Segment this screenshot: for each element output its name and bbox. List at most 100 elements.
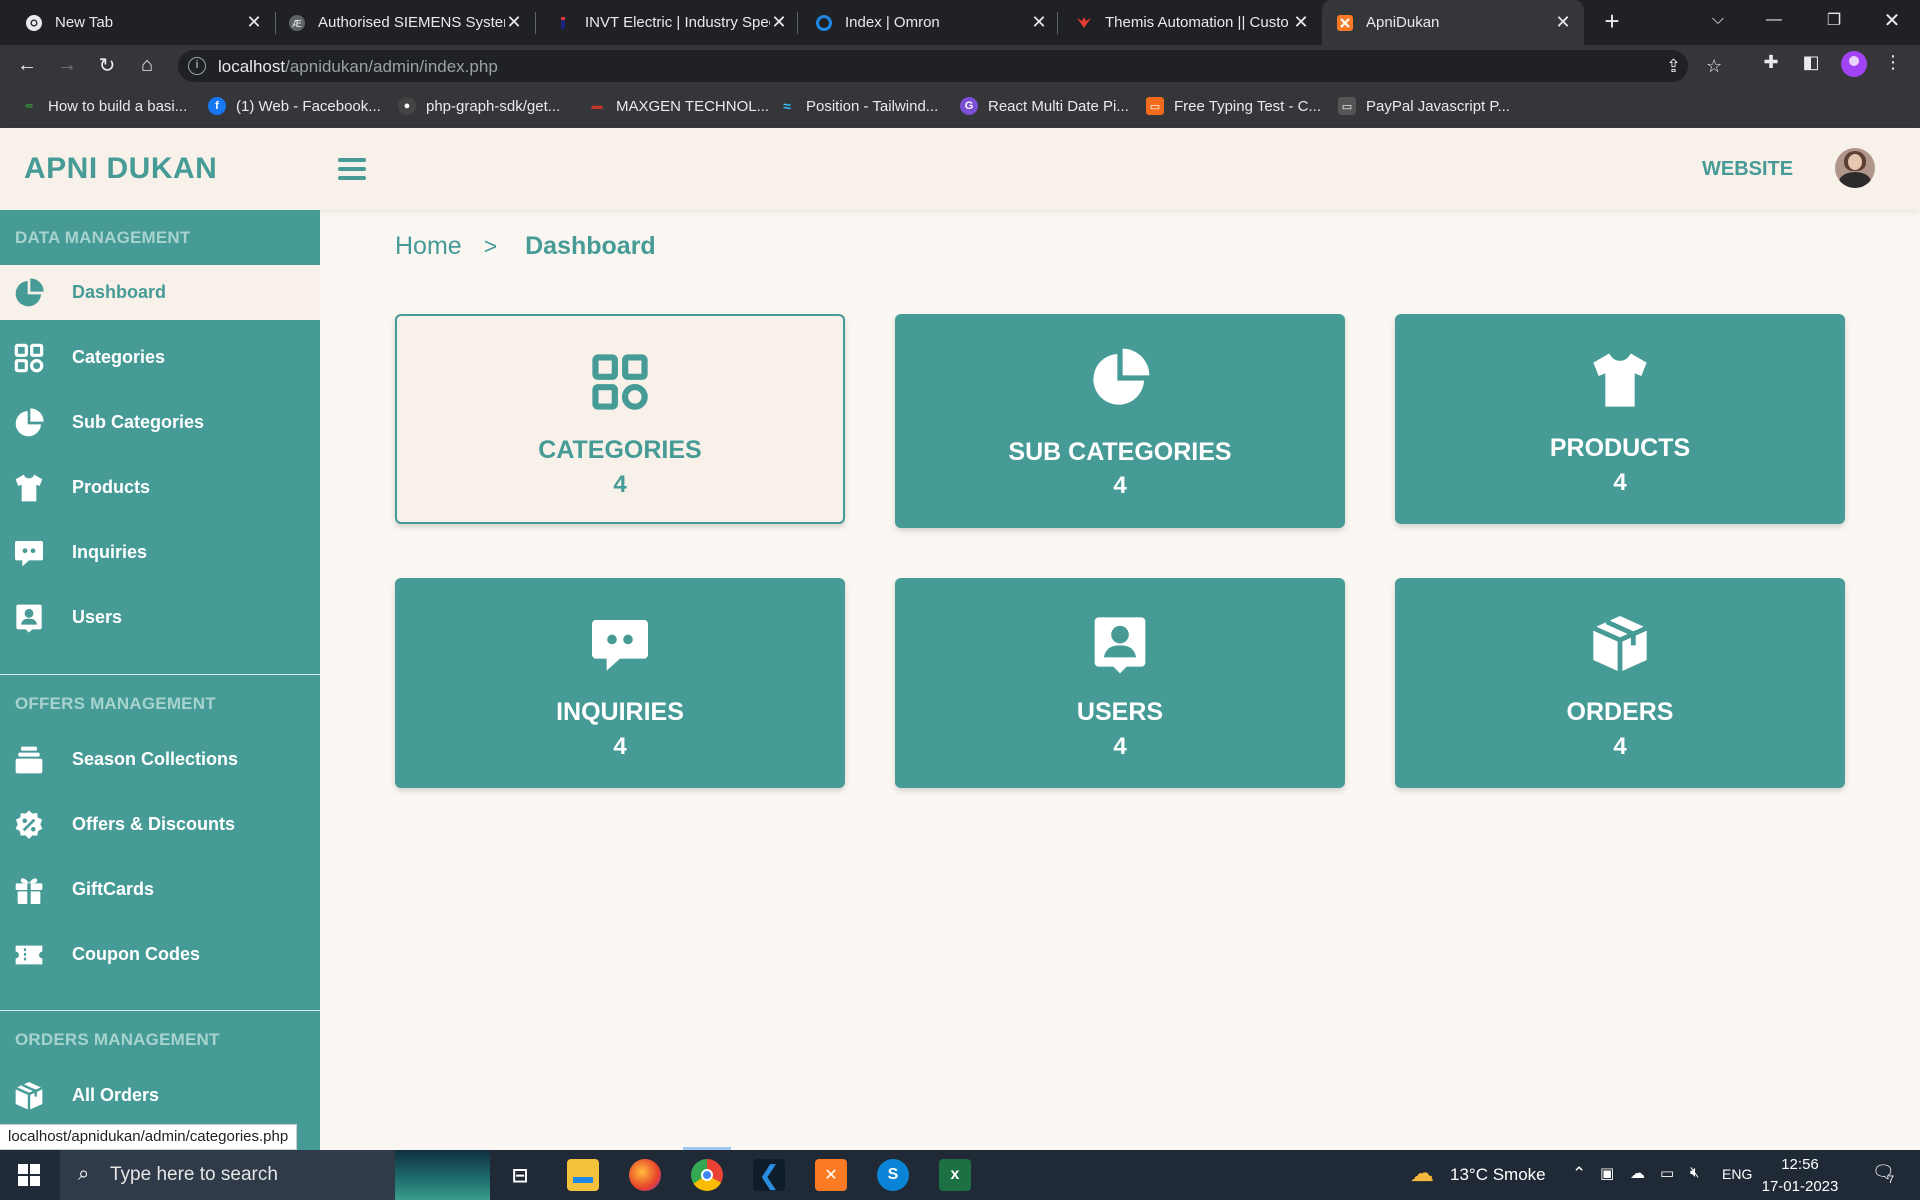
new-tab-icon[interactable]: + xyxy=(1597,6,1627,36)
taskbar-search-box[interactable]: ⌕ Type here to search xyxy=(60,1150,490,1200)
language-indicator[interactable]: ENG xyxy=(1722,1166,1752,1182)
sidebar-item-coupon-codes[interactable]: Coupon Codes xyxy=(0,927,320,982)
bookmark-item[interactable]: ▭ PayPal Javascript P... xyxy=(1338,95,1510,117)
home-icon[interactable]: ⌂ xyxy=(132,50,162,80)
card-count: 4 xyxy=(613,471,627,498)
browser-toolbar: ← → ↻ ⌂ i localhost/apnidukan/admin/inde… xyxy=(0,45,1920,85)
network-icon[interactable]: ▭ xyxy=(1660,1164,1674,1182)
close-window-icon[interactable]: ✕ xyxy=(1864,0,1920,40)
url-text[interactable]: localhost/apnidukan/admin/index.php xyxy=(218,57,498,77)
sidebar-item-offers-discounts[interactable]: Offers & Discounts xyxy=(0,797,320,852)
stack-icon xyxy=(12,743,46,777)
sidebar-item-all-orders[interactable]: All Orders xyxy=(0,1068,320,1123)
card-products[interactable]: PRODUCTS 4 xyxy=(1395,314,1845,524)
bookmark-item[interactable]: ▭ Free Typing Test - C... xyxy=(1146,95,1321,117)
user-avatar[interactable] xyxy=(1835,148,1875,188)
card-title: PRODUCTS xyxy=(1549,434,1691,462)
back-icon[interactable]: ← xyxy=(12,50,42,80)
close-tab-icon[interactable]: ✕ xyxy=(1554,12,1572,33)
taskbar-clock[interactable]: 12:56 17-01-2023 xyxy=(1760,1154,1840,1198)
website-link[interactable]: WEBSITE xyxy=(1702,158,1793,181)
chat-icon xyxy=(12,536,46,570)
sidebar-item-categories[interactable]: Categories xyxy=(0,330,320,385)
grid-icon xyxy=(588,350,652,414)
tab-title: INVT Electric | Industry Spec xyxy=(585,14,770,31)
volume-muted-icon[interactable]: 🔇︎ xyxy=(1690,1164,1699,1181)
card-title: SUB CATEGORIES xyxy=(1008,438,1232,466)
browser-tab[interactable]: Themis Automation || Custo ✕ xyxy=(1050,0,1322,45)
card-categories[interactable]: CATEGORIES 4 xyxy=(395,314,845,524)
sidebar-item-label: Dashboard xyxy=(72,282,167,302)
close-tab-icon[interactable]: ✕ xyxy=(1030,12,1048,33)
chrome-icon xyxy=(25,14,43,32)
bookmark-label: php-graph-sdk/get... xyxy=(426,97,561,115)
forward-icon[interactable]: → xyxy=(52,50,82,80)
close-tab-icon[interactable]: ✕ xyxy=(505,12,523,33)
bookmark-item[interactable]: ∞ How to build a basi... xyxy=(20,95,187,117)
sidebar-item-label: Users xyxy=(72,607,123,627)
card-count: 4 xyxy=(613,733,627,760)
side-panel-icon[interactable]: ◧ xyxy=(1800,52,1822,74)
address-bar[interactable]: i localhost/apnidukan/admin/index.php ⇪ … xyxy=(178,50,1722,82)
section-title-data-management: DATA MANAGEMENT xyxy=(15,228,191,247)
sidebar-item-season-collections[interactable]: Season Collections xyxy=(0,732,320,787)
bookmark-item[interactable]: f (1) Web - Facebook... xyxy=(208,95,381,117)
card-sub-categories[interactable]: SUB CATEGORIES 4 xyxy=(895,314,1345,528)
extensions-icon[interactable]: ✚ xyxy=(1760,52,1782,74)
bookmark-star-icon[interactable]: ☆ xyxy=(1706,56,1722,77)
firefox-icon[interactable] xyxy=(629,1159,661,1191)
sidebar-item-inquiries[interactable]: Inquiries xyxy=(0,525,320,580)
browser-tab[interactable]: Index | Omron ✕ xyxy=(790,0,1060,45)
card-title: ORDERS xyxy=(1566,698,1674,726)
sidebar: DATA MANAGEMENT Dashboard Categories Sub… xyxy=(0,210,320,1150)
chrome-taskbar-icon[interactable] xyxy=(691,1159,723,1191)
browser-tab[interactable]: INVT Electric | Industry Spec ✕ xyxy=(530,0,800,45)
bookmark-item[interactable]: ▬ MAXGEN TECHNOL... xyxy=(588,95,770,117)
tray-chevron-icon[interactable]: ⌃ xyxy=(1572,1164,1586,1184)
sidebar-item-sub-categories[interactable]: Sub Categories xyxy=(0,395,320,450)
menu-icon[interactable]: ⋮ xyxy=(1882,52,1904,74)
sidebar-item-users[interactable]: Users xyxy=(0,590,320,645)
breadcrumb-home-link[interactable]: Home xyxy=(395,232,462,261)
search-highlight-image xyxy=(395,1150,490,1200)
sidebar-item-label: Categories xyxy=(72,347,166,367)
bookmark-item[interactable]: ≈ Position - Tailwind... xyxy=(778,95,938,117)
hamburger-menu-icon[interactable] xyxy=(338,156,368,182)
excel-icon[interactable]: x xyxy=(939,1159,971,1191)
share-icon[interactable]: ⇪ xyxy=(1666,56,1681,77)
sidebar-item-dashboard[interactable]: Dashboard xyxy=(0,265,320,320)
browser-tab-active[interactable]: ApniDukan ✕ xyxy=(1322,0,1584,45)
onedrive-icon[interactable]: ☁ xyxy=(1630,1164,1645,1182)
task-view-icon[interactable]: ⊟ xyxy=(504,1159,536,1191)
brand-logo[interactable]: APNI DUKAN xyxy=(24,152,217,186)
site-info-icon[interactable]: i xyxy=(188,57,206,75)
weather-text[interactable]: 13°C Smoke xyxy=(1450,1165,1546,1185)
sidebar-item-giftcards[interactable]: GiftCards xyxy=(0,862,320,917)
xampp-taskbar-icon[interactable]: ✕ xyxy=(815,1159,847,1191)
card-orders[interactable]: ORDERS 4 xyxy=(1395,578,1845,788)
meet-icon[interactable]: ▣ xyxy=(1600,1164,1614,1182)
restore-icon[interactable]: ❐ xyxy=(1806,0,1862,40)
tab-search-icon[interactable]: ⌵ xyxy=(1690,0,1746,40)
gift-icon xyxy=(12,873,46,907)
search-icon: ⌕ xyxy=(78,1163,90,1185)
card-inquiries[interactable]: INQUIRIES 4 xyxy=(395,578,845,788)
browser-tab[interactable]: Æ Authorised SIEMENS Systen ✕ xyxy=(263,0,535,45)
close-tab-icon[interactable]: ✕ xyxy=(245,12,263,33)
windows-start-icon[interactable] xyxy=(18,1164,40,1186)
bookmark-item[interactable]: G React Multi Date Pi... xyxy=(960,95,1129,117)
sidebar-item-products[interactable]: Products xyxy=(0,460,320,515)
bookmark-item[interactable]: ● php-graph-sdk/get... xyxy=(398,95,560,117)
breadcrumb-separator: > xyxy=(483,233,498,259)
minimize-icon[interactable]: — xyxy=(1746,0,1802,40)
card-users[interactable]: USERS 4 xyxy=(895,578,1345,788)
close-tab-icon[interactable]: ✕ xyxy=(770,12,788,33)
browser-tab[interactable]: New Tab ✕ xyxy=(0,0,275,45)
maxgen-icon: ▬ xyxy=(591,100,603,112)
close-tab-icon[interactable]: ✕ xyxy=(1292,12,1310,33)
reload-icon[interactable]: ↻ xyxy=(92,50,122,80)
profile-avatar[interactable] xyxy=(1841,51,1867,77)
file-explorer-icon[interactable] xyxy=(567,1159,599,1191)
vscode-icon[interactable]: ❮ xyxy=(753,1159,785,1191)
skype-icon[interactable]: S xyxy=(877,1159,909,1191)
